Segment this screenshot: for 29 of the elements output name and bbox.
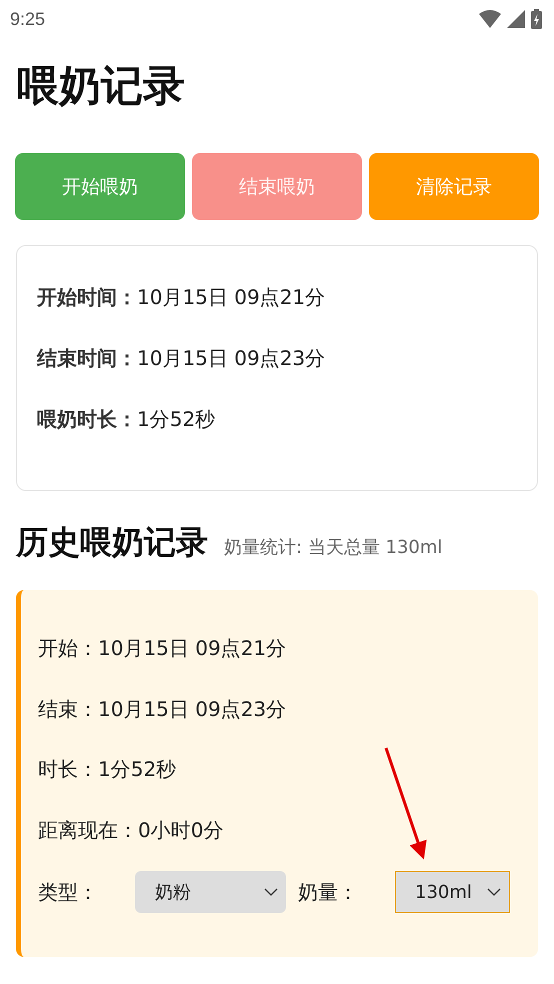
section-title: 历史喂奶记录 bbox=[16, 522, 208, 563]
field-value: 10月15日 09点23分 bbox=[98, 696, 286, 722]
chevron-down-icon bbox=[487, 888, 501, 896]
type-select[interactable]: 奶粉 bbox=[135, 871, 286, 913]
field-value: 1分52秒 bbox=[137, 406, 216, 433]
action-button[interactable]: 清除记录 bbox=[369, 153, 539, 220]
field-label: 开始时间： bbox=[37, 284, 137, 311]
field-label: 距离现在： bbox=[38, 816, 138, 844]
daily-total: 奶量统计: 当天总量 130ml bbox=[224, 536, 442, 559]
field-label: 奶量： bbox=[298, 878, 359, 906]
field-value: 10月15日 09点23分 bbox=[137, 345, 326, 372]
field-value: 10月15日 09点21分 bbox=[98, 635, 286, 662]
status-time: 9:25 bbox=[10, 8, 46, 30]
field-label: 时长： bbox=[38, 756, 98, 783]
page-title: 喂奶记录 bbox=[17, 60, 186, 112]
chevron-down-icon bbox=[264, 888, 278, 896]
field-value: 1分52秒 bbox=[98, 756, 176, 783]
field-label: 类型： bbox=[38, 878, 99, 906]
field-label: 结束时间： bbox=[37, 345, 137, 372]
action-button[interactable]: 开始喂奶 bbox=[15, 153, 185, 220]
field-label: 开始： bbox=[38, 635, 98, 662]
amount-select[interactable]: 130ml bbox=[395, 871, 510, 913]
field-value: 10月15日 09点21分 bbox=[137, 284, 326, 311]
wifi-icon bbox=[479, 10, 501, 28]
field-label: 喂奶时长： bbox=[37, 406, 137, 433]
signal-icon bbox=[507, 10, 525, 28]
battery-icon bbox=[531, 9, 542, 29]
field-label: 结束： bbox=[38, 696, 98, 722]
field-value: 0小时0分 bbox=[138, 816, 224, 844]
